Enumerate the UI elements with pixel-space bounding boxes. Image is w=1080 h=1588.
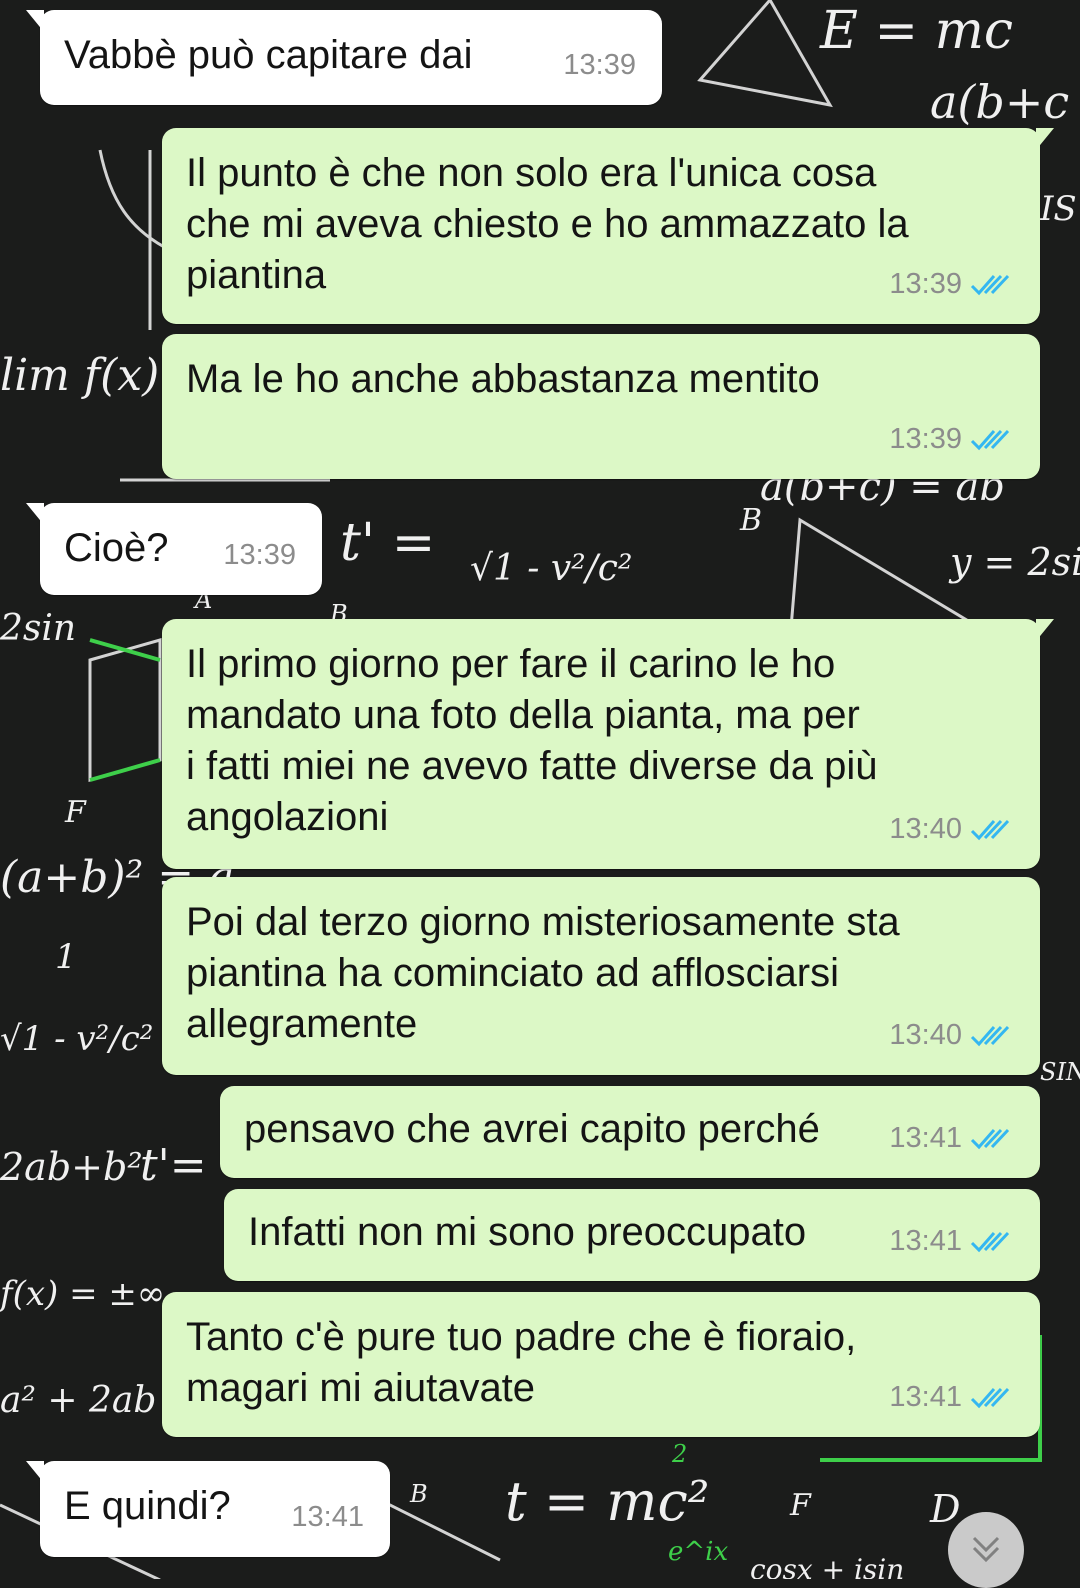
message-meta: 13:39	[223, 530, 296, 581]
message-meta: 13:41	[889, 1372, 1014, 1423]
message-meta: 13:41	[291, 1492, 364, 1543]
message-meta: 13:39	[889, 259, 1014, 310]
message-text: Ma le ho anche abbastanza mentito	[186, 354, 820, 405]
bubble-tail	[1036, 128, 1054, 150]
formula: √1 - v²/c²	[0, 1019, 153, 1059]
message-meta: 13:39	[563, 40, 636, 91]
double-check-read-icon	[970, 1025, 1010, 1046]
message-line: Vabbè può capitare dai	[64, 33, 473, 77]
formula: e^ix	[668, 1537, 728, 1567]
double-chevron-down-icon	[972, 1536, 1000, 1563]
formula: y = 2si	[948, 540, 1080, 584]
message-time: 13:39	[563, 49, 636, 81]
message-time: 13:41	[889, 1122, 962, 1154]
message-meta: 13:41	[889, 1113, 1014, 1164]
message-time: 13:39	[223, 539, 296, 571]
bubble-tail	[1036, 619, 1054, 641]
double-check-read-icon	[970, 1231, 1010, 1252]
message-line: allegramente	[186, 1002, 418, 1046]
message-time: 13:40	[889, 1019, 962, 1051]
message-meta: 13:40	[889, 804, 1014, 855]
message-time: 13:41	[291, 1501, 364, 1533]
formula: √1 - v²/c²	[470, 548, 632, 589]
message-time: 13:41	[889, 1225, 962, 1257]
message-line: angolazioni	[186, 795, 389, 839]
message-line: E quindi?	[64, 1484, 231, 1528]
message-line: piantina ha cominciato ad afflosciarsi	[186, 951, 839, 995]
formula: E = mc	[819, 1, 1013, 61]
outgoing-message[interactable]: Il punto è che non solo era l'unica cosa…	[162, 128, 1054, 324]
double-check-read-icon	[970, 1128, 1010, 1149]
message-line: Cioè?	[64, 526, 169, 570]
outgoing-message[interactable]: pensavo che avrei capito perché 13:41	[220, 1086, 1040, 1178]
message-line: Il punto è che non solo era l'unica cosa	[186, 151, 877, 195]
message-meta: 13:40	[889, 1010, 1014, 1061]
message-text: Infatti non mi sono preoccupato	[248, 1207, 806, 1258]
formula: t'=	[140, 1140, 207, 1191]
scroll-to-bottom-button[interactable]	[948, 1512, 1024, 1588]
message-line: Ma le ho anche abbastanza mentito	[186, 357, 820, 401]
formula: B	[409, 1480, 428, 1508]
message-text: Cioè?	[64, 523, 169, 574]
formula: F	[64, 795, 87, 830]
formula: IS	[1039, 189, 1077, 229]
message-text: Poi dal terzo giorno misteriosamente sta…	[186, 897, 900, 1050]
message-time: 13:39	[889, 423, 962, 455]
message-line: magari mi aiutavate	[186, 1366, 536, 1410]
formula: a² + 2ab	[0, 1380, 156, 1421]
formula: 2	[671, 1440, 687, 1468]
outgoing-message[interactable]: Poi dal terzo giorno misteriosamente sta…	[162, 877, 1040, 1075]
formula: 2ab+b²	[0, 1145, 143, 1189]
message-line: Il primo giorno per fare il carino le ho	[186, 642, 836, 686]
formula: f(x) = ±∞	[0, 1274, 165, 1314]
message-time: 13:39	[889, 268, 962, 300]
double-check-read-icon	[970, 274, 1010, 295]
message-line: che mi aveva chiesto e ho ammazzato la	[186, 202, 909, 246]
formula: cosx + isin	[750, 1553, 904, 1579]
formula: D	[929, 1487, 960, 1531]
message-line: piantina	[186, 253, 327, 297]
incoming-message[interactable]: Vabbè può capitare dai 13:39	[26, 10, 662, 105]
double-check-read-icon	[970, 1387, 1010, 1408]
bubble-tail	[26, 10, 44, 32]
formula: B	[739, 503, 762, 538]
outgoing-message[interactable]: Ma le ho anche abbastanza mentito 13:39	[162, 334, 1040, 479]
formula: F	[789, 1488, 812, 1523]
message-text: pensavo che avrei capito perché	[244, 1104, 820, 1155]
message-meta: 13:41	[889, 1216, 1014, 1267]
message-line: pensavo che avrei capito perché	[244, 1107, 820, 1151]
bubble-tail	[26, 1461, 44, 1483]
bubble-tail	[26, 503, 44, 525]
double-check-read-icon	[970, 429, 1010, 450]
message-line: mandato una foto della pianta, ma per	[186, 693, 860, 737]
formula: t' =	[340, 513, 435, 573]
formula: t = mc²	[505, 1470, 709, 1533]
message-text: Il primo giorno per fare il carino le ho…	[186, 639, 877, 843]
formula: SIN	[1040, 1058, 1080, 1086]
message-text: Tanto c'è pure tuo padre che è fioraio, …	[186, 1312, 856, 1414]
message-time: 13:41	[889, 1381, 962, 1413]
message-text: Il punto è che non solo era l'unica cosa…	[186, 148, 909, 301]
outgoing-message[interactable]: Infatti non mi sono preoccupato 13:41	[224, 1189, 1040, 1281]
message-line: i fatti miei ne avevo fatte diverse da p…	[186, 744, 878, 788]
message-line: Poi dal terzo giorno misteriosamente sta	[186, 900, 900, 944]
message-line: Infatti non mi sono preoccupato	[248, 1210, 807, 1254]
message-time: 13:40	[889, 813, 962, 845]
message-text: E quindi?	[64, 1481, 231, 1532]
double-check-read-icon	[970, 819, 1010, 840]
formula: 2sin	[0, 608, 76, 649]
incoming-message[interactable]: Cioè? 13:39	[26, 503, 322, 595]
outgoing-message[interactable]: Tanto c'è pure tuo padre che è fioraio, …	[162, 1292, 1040, 1437]
formula: a(b+c	[930, 75, 1069, 129]
incoming-message[interactable]: E quindi? 13:41	[26, 1461, 390, 1557]
outgoing-message[interactable]: Il primo giorno per fare il carino le ho…	[162, 619, 1054, 869]
message-meta: 13:39	[889, 414, 1014, 465]
message-line: Tanto c'è pure tuo padre che è fioraio,	[186, 1315, 857, 1359]
formula: 1	[55, 937, 77, 977]
message-text: Vabbè può capitare dai	[64, 30, 472, 81]
